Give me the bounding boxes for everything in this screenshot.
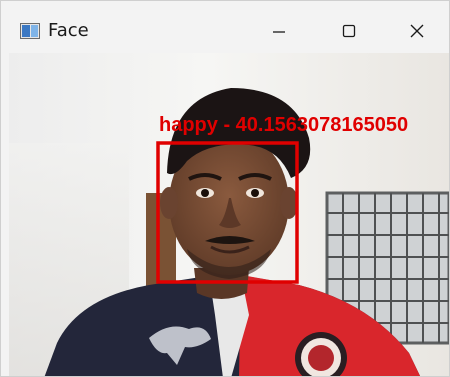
minimize-button[interactable] bbox=[249, 9, 309, 53]
close-button[interactable] bbox=[387, 9, 447, 53]
camera-view: happy - 40.1563078165050 bbox=[9, 53, 449, 376]
window-title: Face bbox=[48, 20, 89, 41]
maximize-icon bbox=[342, 24, 356, 38]
minimize-icon bbox=[273, 31, 285, 33]
emotion-label: happy - 40.1563078165050 bbox=[159, 114, 408, 136]
face-window: Face happy - 40.1563078165050 bbox=[0, 0, 450, 377]
camera-frame: happy - 40.1563078165050 bbox=[9, 53, 449, 376]
close-icon bbox=[410, 24, 424, 38]
app-icon bbox=[20, 23, 40, 39]
title-bar[interactable]: Face bbox=[1, 1, 449, 53]
maximize-button[interactable] bbox=[319, 9, 379, 53]
